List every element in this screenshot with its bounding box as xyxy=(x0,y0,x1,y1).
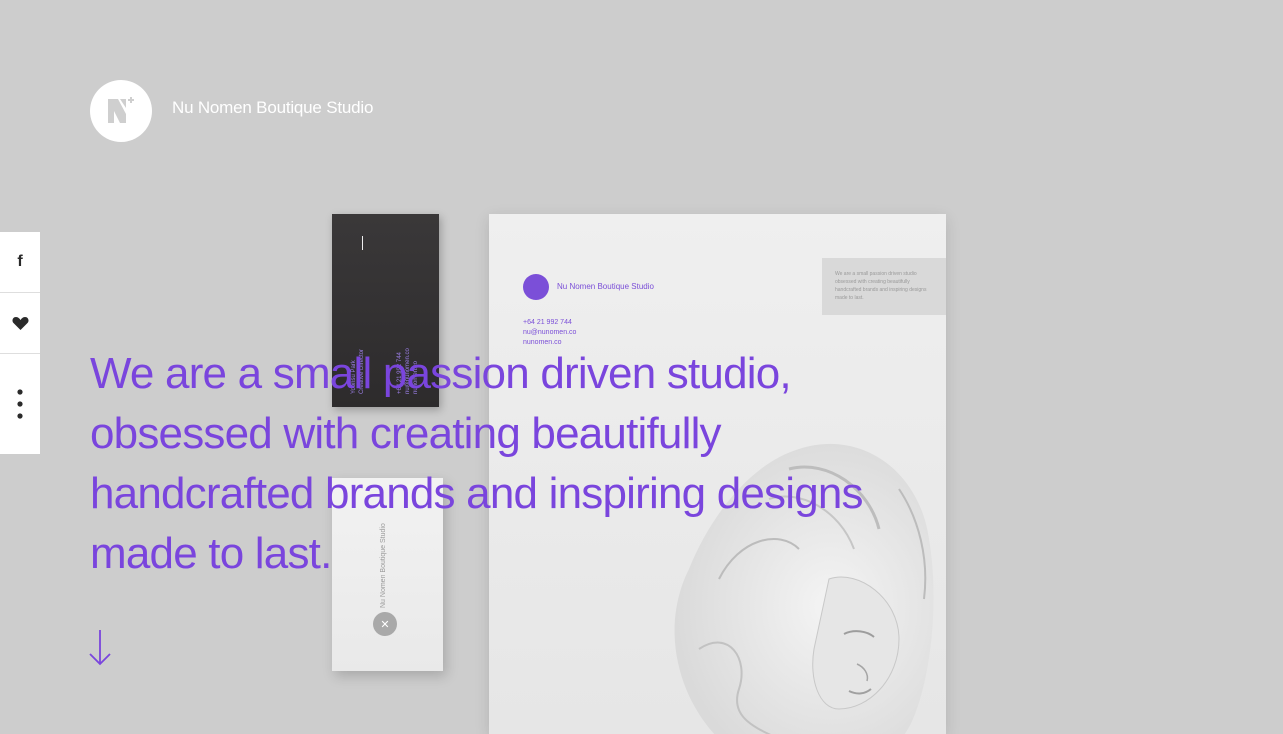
nu-nomen-monogram-icon xyxy=(108,97,134,123)
facebook-icon: f xyxy=(17,253,23,270)
hero-statement: We are a small passion driven studio, ob… xyxy=(90,344,950,584)
hero-line-2: obsessed with creating beautifully xyxy=(90,409,722,458)
letterhead-note-text: We are a small passion driven studio obs… xyxy=(835,271,927,301)
letterhead-brand: Nu Nomen Boutique Studio xyxy=(557,282,654,291)
arrow-down-icon xyxy=(89,630,111,666)
letterhead-note-box: We are a small passion driven studio obs… xyxy=(822,258,946,315)
vertical-dots-icon xyxy=(17,389,23,419)
social-sidebar: f xyxy=(0,232,40,454)
scroll-down-button[interactable] xyxy=(88,628,112,668)
letterhead-phone: +64 21 992 744 xyxy=(523,319,572,326)
letterhead-logo-icon xyxy=(523,274,549,300)
hero-line-4: made to last. xyxy=(90,529,332,578)
facebook-button[interactable]: f xyxy=(0,232,40,293)
hero-line-1: We are a small passion driven studio, xyxy=(90,349,792,398)
like-button[interactable] xyxy=(0,293,40,354)
card-light-logo-icon: ✕ xyxy=(373,612,397,636)
letterhead-email: nu@nunomen.co xyxy=(523,329,577,336)
more-button[interactable] xyxy=(0,354,40,454)
logo[interactable] xyxy=(90,80,152,142)
brand-name[interactable]: Nu Nomen Boutique Studio xyxy=(172,98,373,118)
card-accent-bar xyxy=(362,236,363,250)
heart-icon xyxy=(11,316,29,330)
hero-line-3: handcrafted brands and inspiring designs xyxy=(90,469,864,518)
